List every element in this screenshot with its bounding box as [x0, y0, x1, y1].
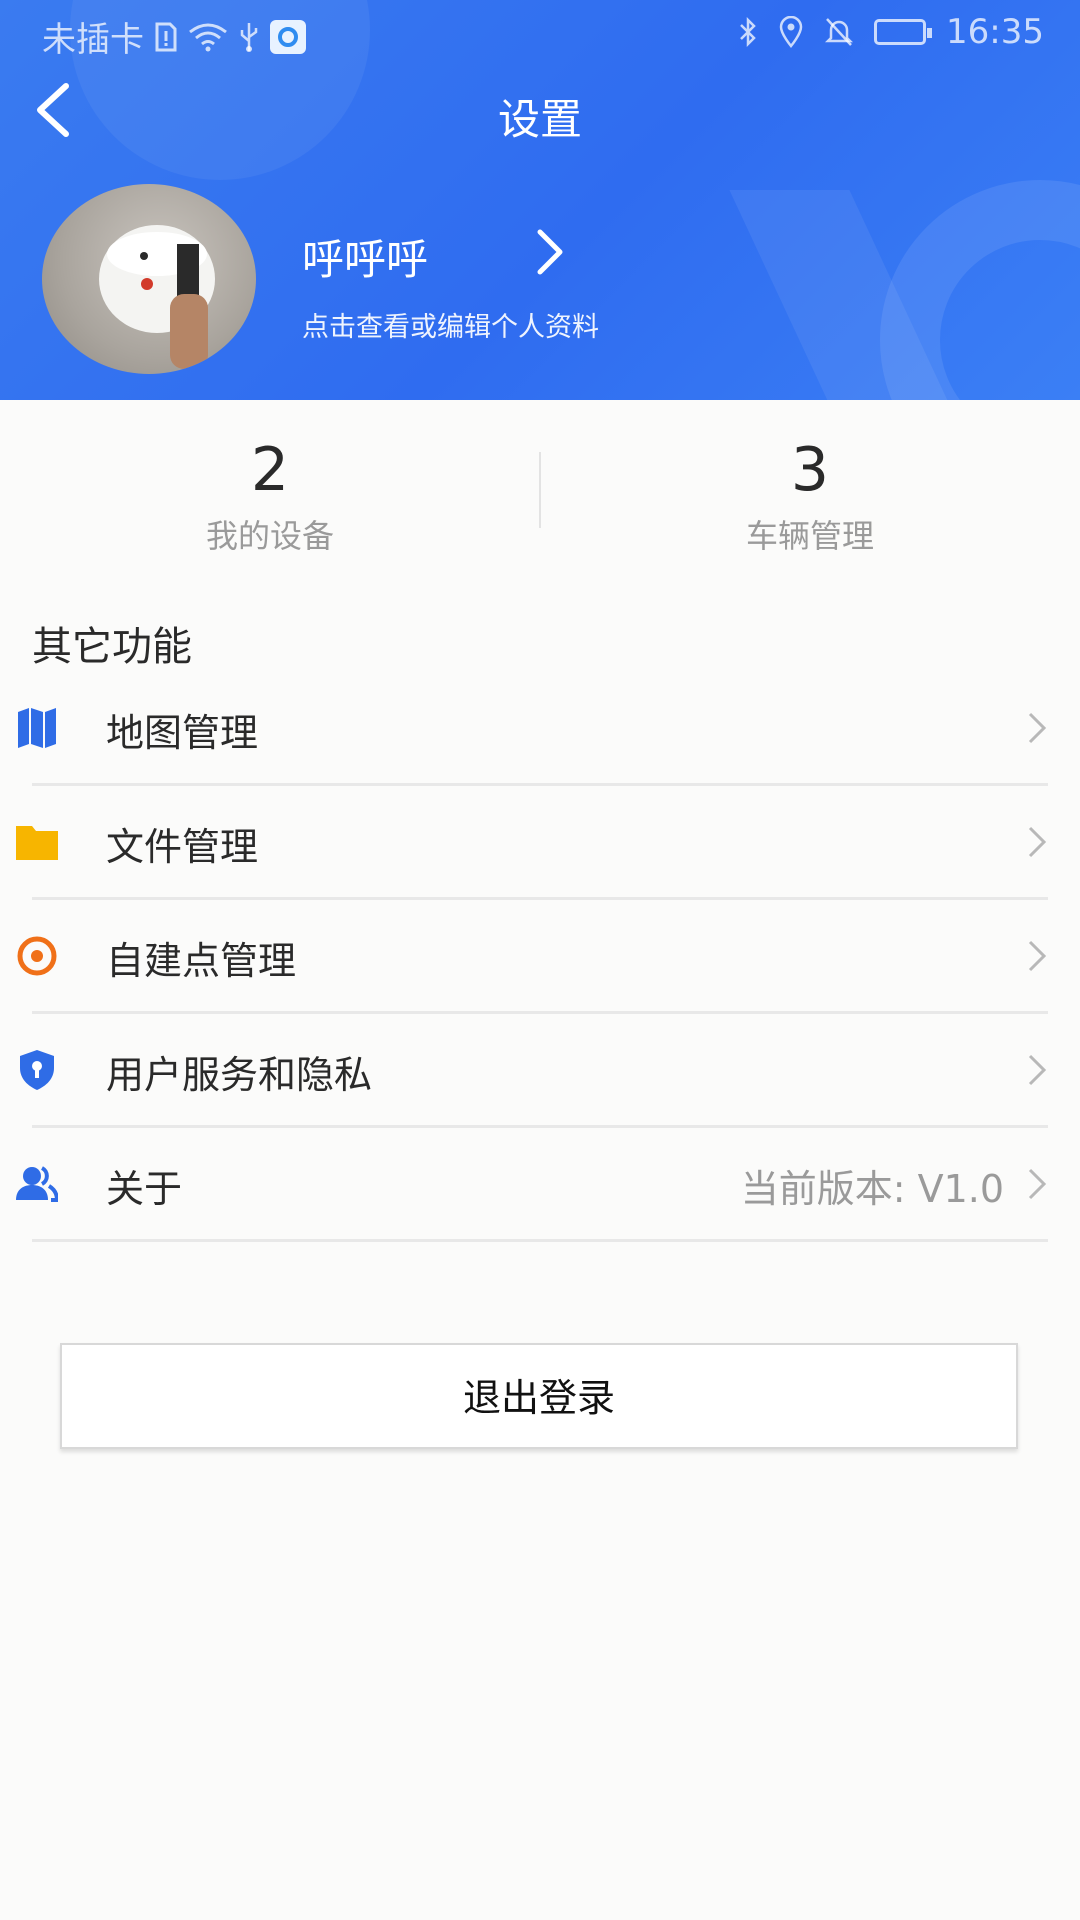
header-decoration	[880, 180, 1080, 400]
menu-item-user-service-privacy[interactable]: 用户服务和隐私	[0, 1014, 1080, 1128]
chevron-right-icon	[1028, 826, 1047, 858]
menu-list: 地图管理 文件管理 自建点管理 用户服务和隐私 关于 当前版本: V1.0	[0, 672, 1080, 1242]
version-text: 当前版本: V1.0	[740, 1167, 1004, 1211]
logout-button[interactable]: 退出登录	[60, 1343, 1018, 1449]
section-title: 其它功能	[32, 624, 192, 670]
stat-value: 2	[250, 435, 290, 505]
battery-charging-icon	[874, 19, 933, 45]
bell-off-icon	[824, 18, 854, 46]
chevron-right-icon	[1028, 1054, 1047, 1086]
avatar-photo	[99, 225, 215, 369]
avatar[interactable]	[42, 184, 256, 374]
sim-alert-icon	[155, 22, 177, 51]
chevron-right-icon[interactable]	[530, 226, 570, 278]
menu-item-file-management[interactable]: 文件管理	[0, 786, 1080, 900]
menu-item-about[interactable]: 关于 当前版本: V1.0	[0, 1128, 1080, 1242]
menu-item-custom-point-management[interactable]: 自建点管理	[0, 900, 1080, 1014]
divider	[32, 1239, 1048, 1242]
shield-keyhole-icon	[20, 1050, 54, 1090]
stat-value: 3	[790, 435, 830, 505]
location-icon	[779, 16, 803, 48]
chevron-right-icon	[1028, 940, 1047, 972]
profile-name[interactable]: 呼呼呼	[302, 226, 428, 287]
profile-hint[interactable]: 点击查看或编辑个人资料	[302, 305, 599, 344]
folder-icon	[16, 826, 58, 860]
wifi-icon	[189, 23, 227, 51]
menu-item-map-management[interactable]: 地图管理	[0, 672, 1080, 786]
bluetooth-icon	[740, 16, 756, 48]
stat-my-devices[interactable]: 2 我的设备	[0, 435, 540, 557]
chevron-right-icon	[1028, 1168, 1047, 1200]
menu-item-label: 自建点管理	[106, 939, 297, 983]
status-bar: 未插卡 16:35	[0, 0, 1080, 64]
stat-vehicle-management[interactable]: 3 车辆管理	[540, 435, 1080, 557]
stat-label: 我的设备	[205, 517, 334, 555]
carrier-text: 未插卡	[42, 20, 144, 60]
header: 未插卡 16:35 设置 呼呼呼 点击查看或编辑个人资料	[0, 0, 1080, 400]
user-group-icon	[16, 1166, 58, 1202]
target-icon	[17, 936, 57, 976]
menu-item-label: 用户服务和隐私	[106, 1053, 373, 1097]
stats-panel: 2 我的设备 3 车辆管理	[0, 400, 1080, 575]
menu-item-label: 关于	[106, 1167, 183, 1211]
map-icon	[18, 708, 56, 748]
stat-label: 车辆管理	[745, 517, 874, 555]
chevron-right-icon	[1028, 712, 1047, 744]
menu-item-label: 文件管理	[106, 825, 259, 869]
usb-icon	[240, 22, 258, 52]
page-title: 设置	[497, 95, 582, 144]
menu-item-label: 地图管理	[106, 711, 259, 755]
app-notification-icon	[270, 19, 306, 54]
clock-text: 16:35	[946, 12, 1044, 52]
